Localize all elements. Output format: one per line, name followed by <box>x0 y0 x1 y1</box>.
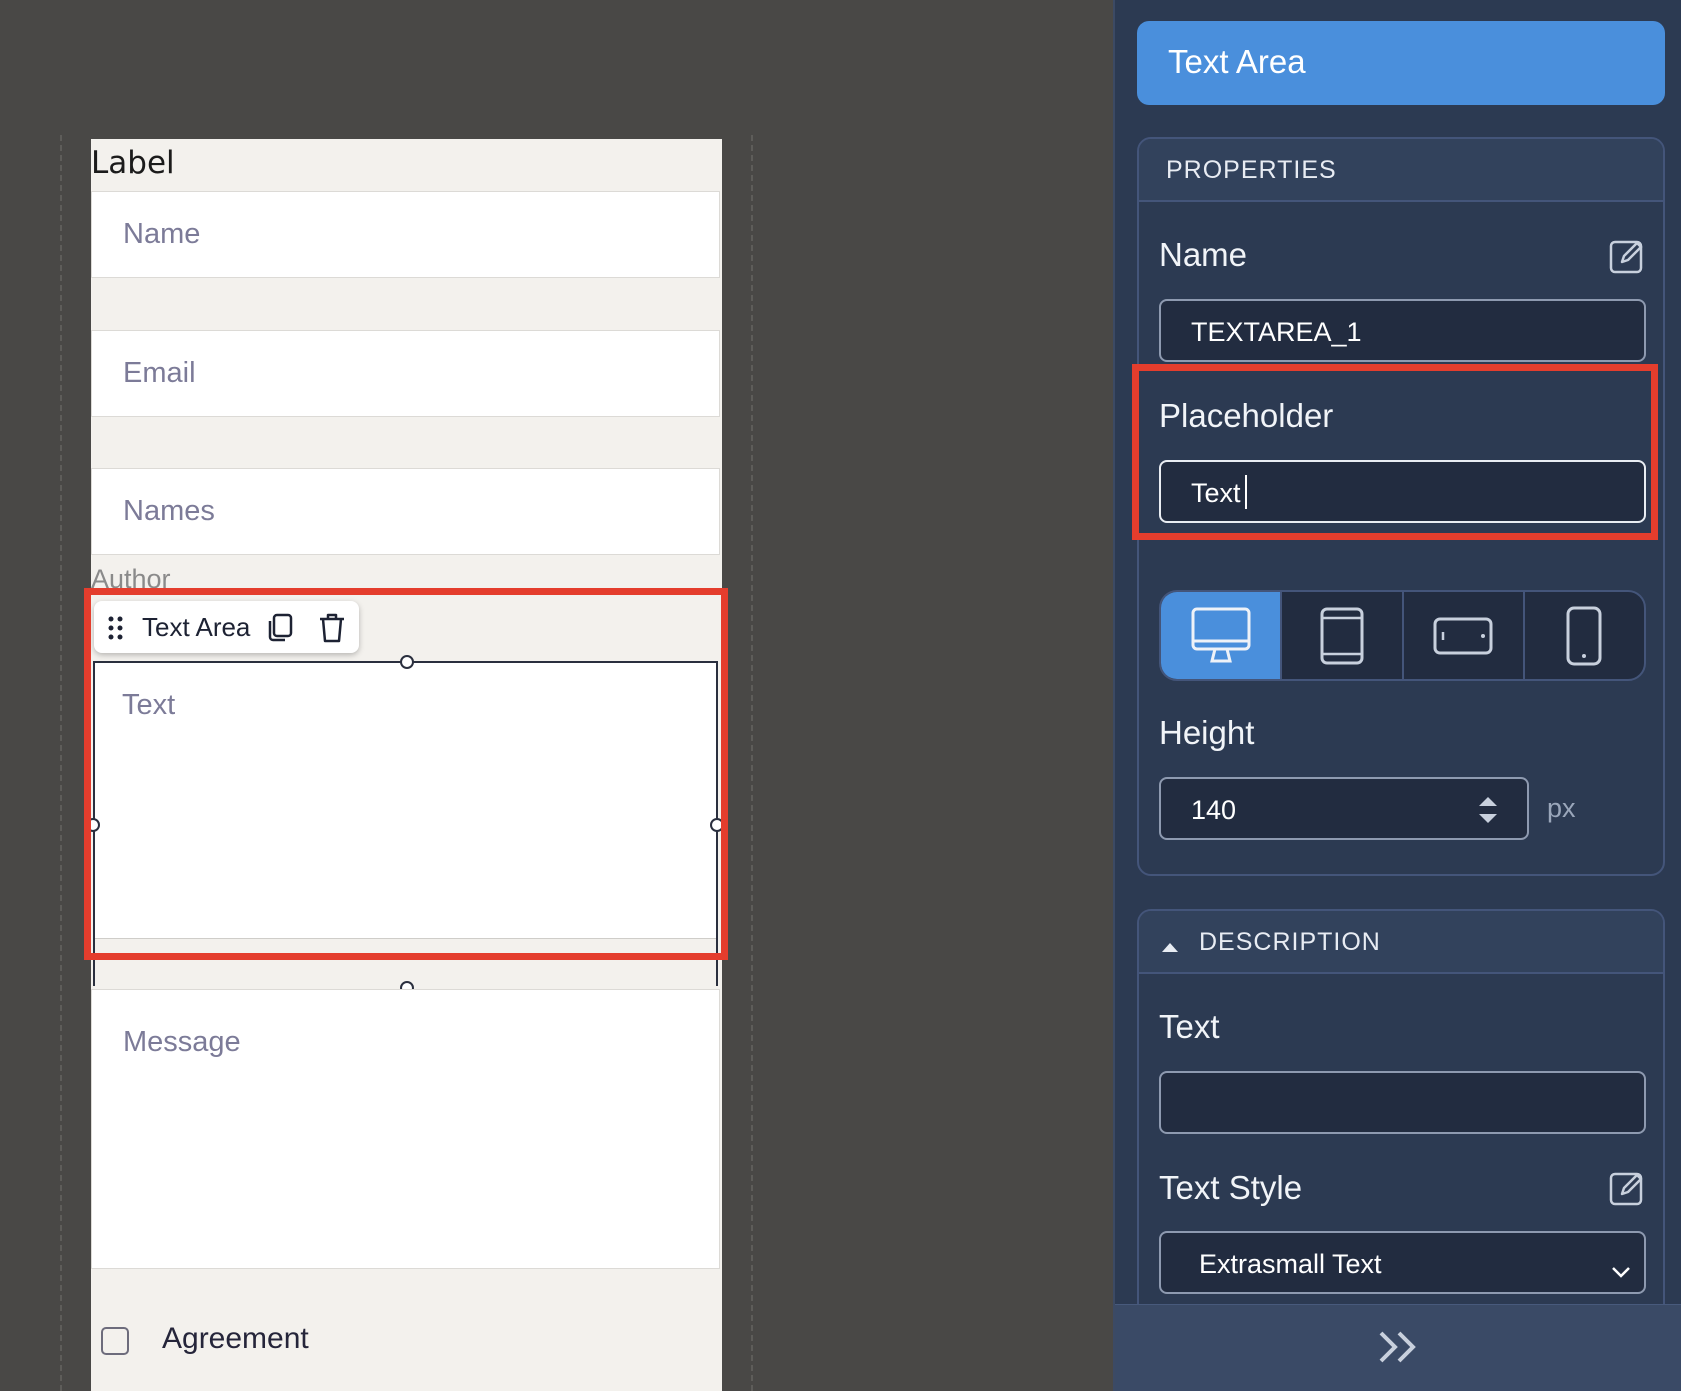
agreement-label: Agreement <box>162 1322 309 1355</box>
desktop-icon <box>1191 607 1251 662</box>
height-property-input[interactable]: 140 <box>1159 777 1529 840</box>
mobile-icon <box>1566 606 1602 665</box>
panel-footer <box>1115 1304 1681 1391</box>
tablet-landscape-icon <box>1433 617 1493 654</box>
tablet-portrait-icon <box>1320 607 1364 664</box>
device-mobile-button[interactable] <box>1525 592 1644 679</box>
email-field-placeholder: Email <box>123 357 196 389</box>
form-label-text[interactable]: Label <box>91 145 175 181</box>
collapse-caret-icon[interactable] <box>1161 931 1179 960</box>
chevron-down-icon <box>1611 1255 1631 1286</box>
message-field-placeholder: Message <box>123 1026 241 1058</box>
agreement-checkbox[interactable] <box>101 1327 129 1355</box>
highlight-selected-text-area <box>84 588 728 960</box>
stepper-icon[interactable] <box>1477 793 1499 834</box>
device-toggle <box>1159 590 1646 681</box>
canvas-guide-right <box>751 135 753 1391</box>
text-style-value: Extrasmall Text <box>1199 1249 1382 1279</box>
names-field[interactable]: Names <box>91 468 720 555</box>
description-text-input[interactable] <box>1159 1071 1646 1134</box>
description-section-header[interactable]: DESCRIPTION <box>1139 911 1663 974</box>
device-desktop-button[interactable] <box>1161 592 1283 679</box>
text-style-select[interactable]: Extrasmall Text <box>1159 1231 1646 1294</box>
email-field[interactable]: Email <box>91 330 720 417</box>
component-header[interactable]: Text Area <box>1137 21 1665 105</box>
edit-name-icon[interactable] <box>1609 238 1643 274</box>
description-text-label: Text <box>1159 1008 1220 1045</box>
properties-section-title: PROPERTIES <box>1166 156 1337 184</box>
properties-panel: Text Area PROPERTIES Name TEXTAREA_1 Pla… <box>1113 0 1681 1391</box>
name-property-label: Name <box>1159 236 1248 273</box>
names-field-placeholder: Names <box>123 495 215 527</box>
builder-canvas: Label Name Email Names Author Text Text … <box>0 0 1113 1391</box>
component-header-title: Text Area <box>1168 43 1306 80</box>
double-chevron-right-icon[interactable] <box>1377 1329 1421 1369</box>
highlight-placeholder-property <box>1132 364 1658 540</box>
device-tablet-landscape-button[interactable] <box>1404 592 1525 679</box>
name-property-input[interactable]: TEXTAREA_1 <box>1159 299 1646 362</box>
description-section-title: DESCRIPTION <box>1199 928 1381 956</box>
description-section: DESCRIPTION Text Text Style Extrasmall T… <box>1137 909 1665 1309</box>
edit-text-style-icon[interactable] <box>1609 1170 1643 1206</box>
name-field-placeholder: Name <box>123 218 201 250</box>
canvas-guide-left <box>60 135 62 1391</box>
height-unit: px <box>1547 793 1576 823</box>
message-field[interactable]: Message <box>91 989 720 1269</box>
device-tablet-portrait-button[interactable] <box>1282 592 1404 679</box>
name-field[interactable]: Name <box>91 191 720 278</box>
height-property-label: Height <box>1159 714 1255 751</box>
properties-section-header: PROPERTIES <box>1139 139 1663 202</box>
text-style-label: Text Style <box>1159 1169 1303 1206</box>
name-property-value: TEXTAREA_1 <box>1191 317 1362 347</box>
height-property-value: 140 <box>1191 795 1237 825</box>
